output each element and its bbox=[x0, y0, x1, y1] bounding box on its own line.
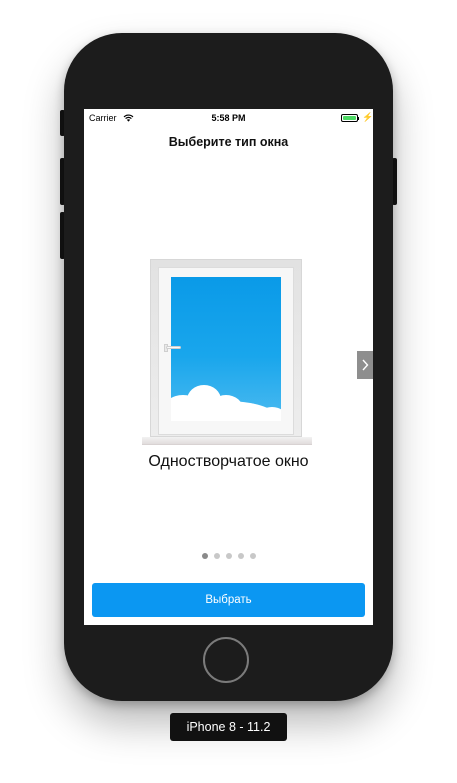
page-dot[interactable] bbox=[237, 553, 244, 559]
battery-cap bbox=[358, 117, 359, 120]
simulator-device-label: iPhone 8 - 11.2 bbox=[170, 713, 287, 741]
next-page-button[interactable] bbox=[357, 351, 373, 379]
window-sill bbox=[142, 437, 312, 445]
window-handle bbox=[166, 346, 181, 349]
home-button[interactable] bbox=[203, 637, 249, 683]
page-title: Выберите тип окна bbox=[168, 135, 289, 149]
battery-level-fill bbox=[343, 116, 356, 120]
page-dot[interactable] bbox=[249, 553, 256, 559]
window-type-image[interactable] bbox=[142, 259, 316, 447]
window-type-caption: Одностворчатое окно bbox=[148, 453, 309, 470]
page-dot[interactable] bbox=[225, 553, 232, 559]
status-bar: Carrier 5:58 PM ⚡ bbox=[84, 109, 373, 127]
window-glass-sky bbox=[171, 277, 281, 421]
battery-icon bbox=[341, 114, 358, 122]
bolt-icon: ⚡ bbox=[362, 112, 373, 122]
chevron-right-icon bbox=[362, 359, 369, 371]
simulator-stage: Carrier 5:58 PM ⚡ Выберите тип окна Одно… bbox=[0, 0, 457, 783]
select-button[interactable]: Выбрать bbox=[92, 583, 365, 617]
page-control[interactable] bbox=[84, 553, 373, 559]
status-time: 5:58 PM bbox=[211, 113, 246, 123]
page-dot[interactable] bbox=[213, 553, 220, 559]
page-dot-active[interactable] bbox=[201, 553, 208, 559]
app-screen: Carrier 5:58 PM ⚡ Выберите тип окна Одно… bbox=[84, 109, 373, 625]
